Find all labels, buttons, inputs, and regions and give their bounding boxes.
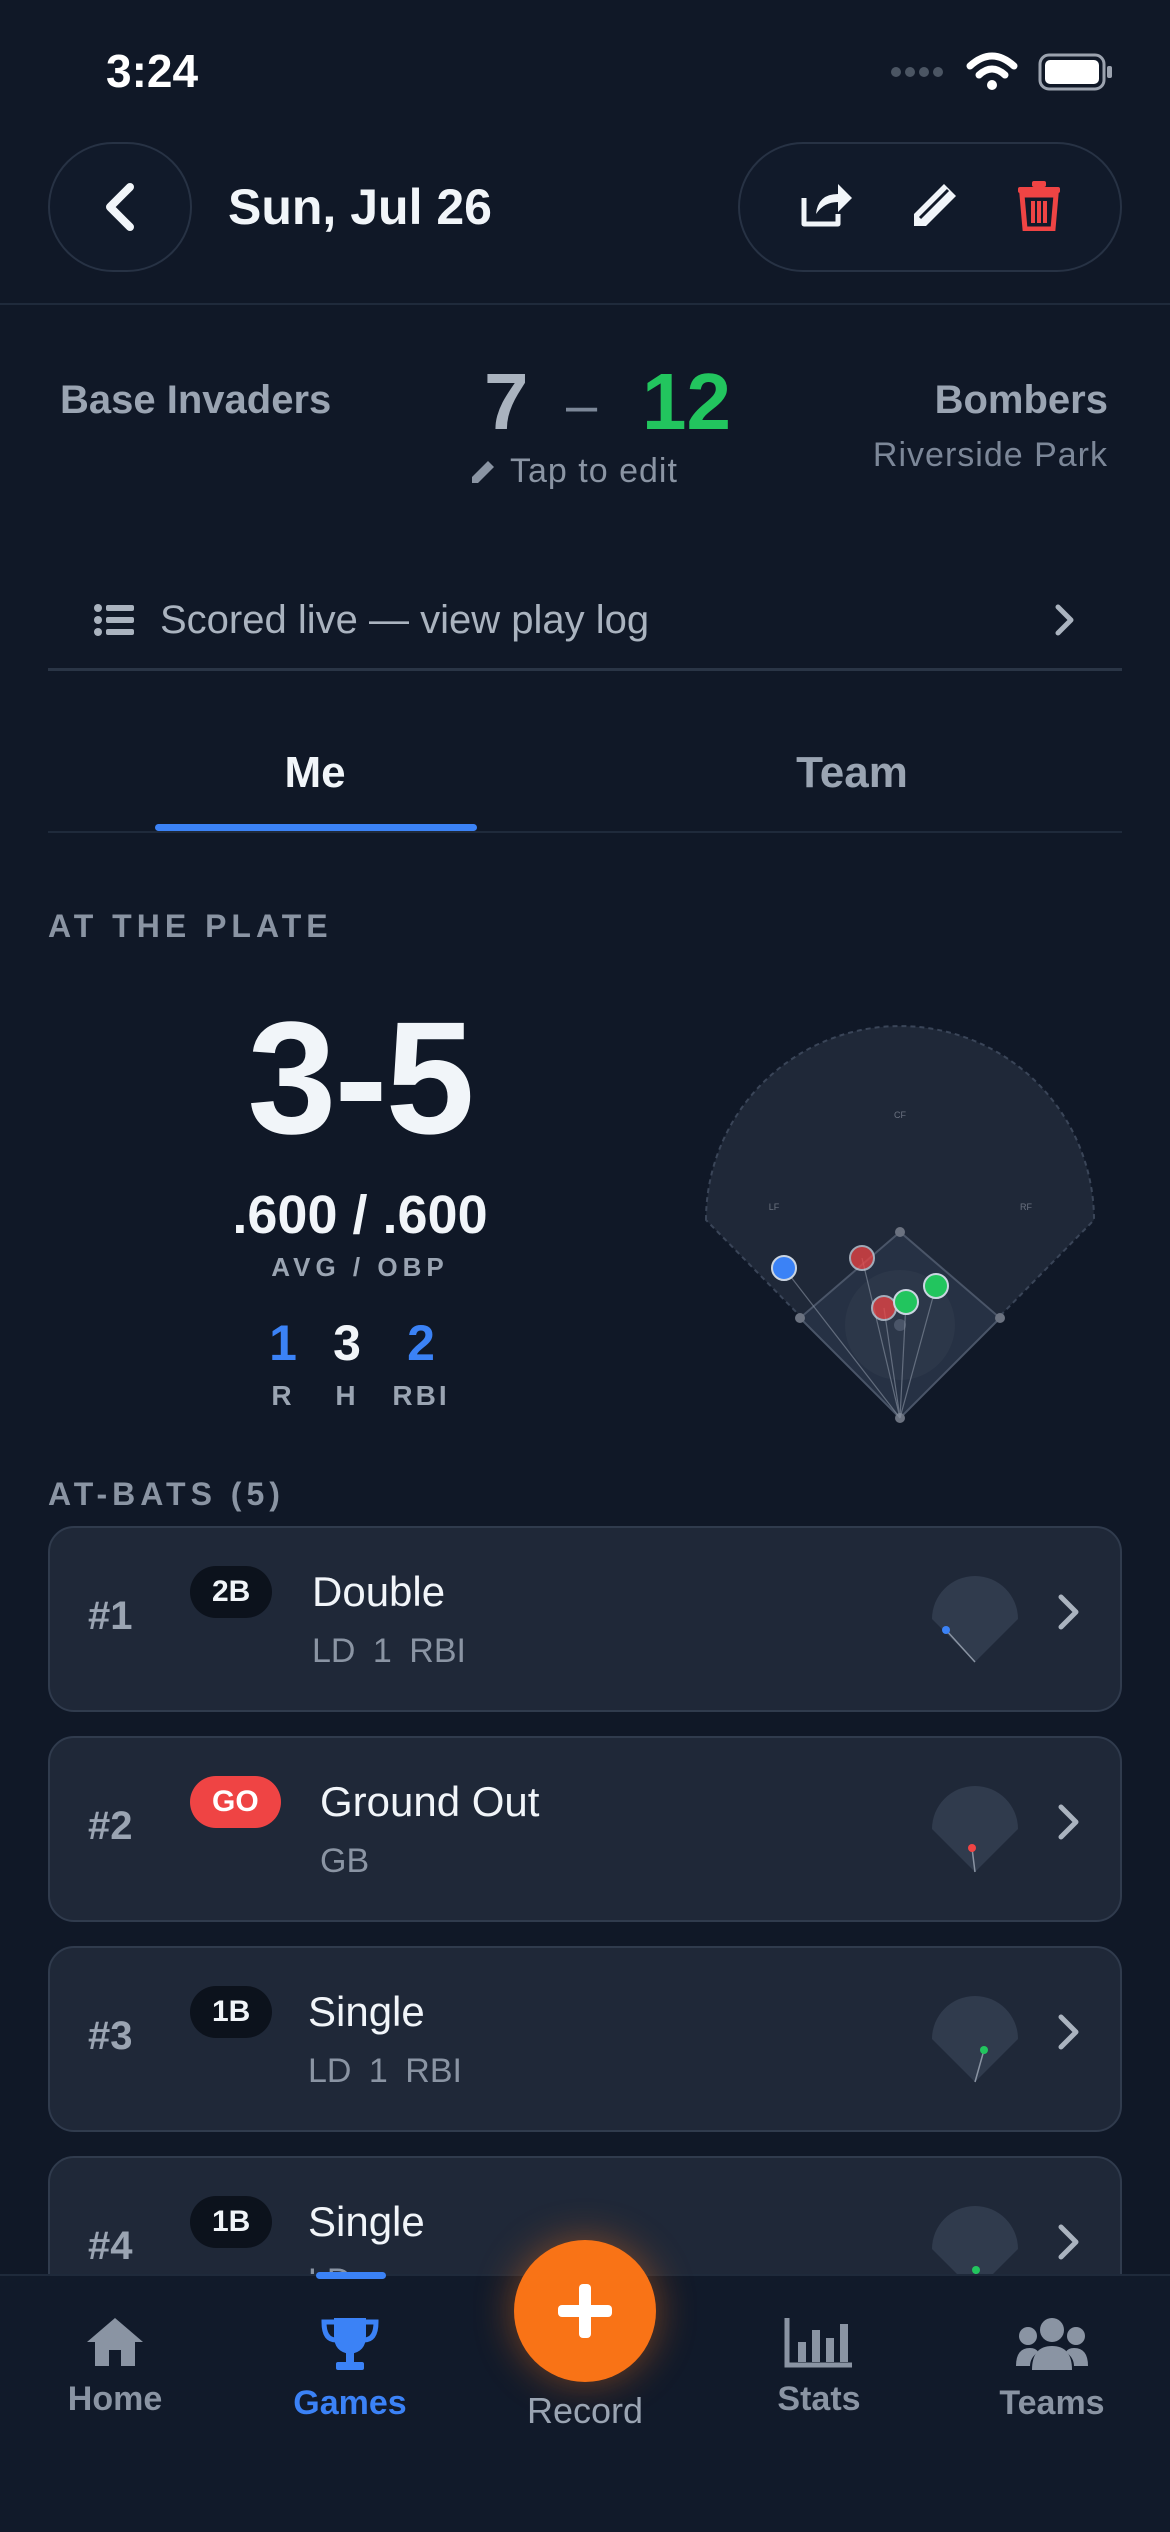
signal-icon bbox=[891, 67, 943, 77]
rf-label: RF bbox=[1020, 1202, 1032, 1212]
mini-spray-chart bbox=[932, 1576, 1018, 1663]
first-base bbox=[995, 1313, 1005, 1323]
result-badge: 2B bbox=[190, 1566, 273, 1618]
at-bat-detail: LD 1 RBI bbox=[308, 2052, 462, 2090]
third-base bbox=[795, 1313, 805, 1323]
play-log-link[interactable]: Scored live — view play log bbox=[48, 570, 1122, 670]
nav-teams-label: Teams bbox=[999, 2384, 1105, 2422]
play-log-divider bbox=[48, 668, 1122, 671]
pencil-icon bbox=[914, 183, 956, 226]
tabs-divider bbox=[48, 831, 1122, 833]
plus-icon bbox=[558, 2284, 612, 2338]
chevron-right-icon bbox=[1055, 604, 1074, 636]
header-divider bbox=[0, 303, 1170, 305]
score-dash: – bbox=[566, 373, 598, 436]
tap-to-edit[interactable]: Tap to edit bbox=[470, 452, 678, 491]
nav-games-label: Games bbox=[293, 2384, 407, 2422]
wifi-icon bbox=[966, 52, 1018, 90]
hit-marker bbox=[923, 1273, 949, 1299]
delete-button[interactable] bbox=[1016, 179, 1062, 236]
at-bat-number: #3 bbox=[88, 2014, 133, 2058]
at-bat-number: #4 bbox=[88, 2224, 133, 2268]
nav-home[interactable]: Home bbox=[20, 2316, 210, 2419]
nav-games[interactable]: Games bbox=[255, 2316, 445, 2423]
at-bat-card[interactable]: #2 GO Ground Out GB bbox=[48, 1736, 1122, 1922]
result-badge: 1B bbox=[190, 1986, 273, 2038]
mini-spray-chart bbox=[932, 1786, 1018, 1873]
tab-me[interactable]: Me bbox=[155, 748, 475, 798]
venue-name: Riverside Park bbox=[872, 436, 1108, 474]
out-marker bbox=[849, 1245, 875, 1271]
at-bats-heading: AT-BATS (5) bbox=[48, 1476, 285, 1512]
nav-teams[interactable]: Teams bbox=[957, 2316, 1147, 2423]
at-bat-result: Double bbox=[312, 1568, 446, 1615]
at-bat-detail: LD 1 RBI bbox=[312, 1632, 466, 1670]
rbi-value: 2 bbox=[407, 1315, 435, 1371]
at-bat-number: #2 bbox=[88, 1804, 133, 1848]
play-log-label: Scored live — view play log bbox=[160, 597, 650, 642]
rbi-stat: 2 RBI bbox=[376, 1314, 466, 1412]
chevron-right-icon bbox=[1058, 2014, 1079, 2050]
mini-spray-chart bbox=[932, 1996, 1018, 2083]
share-icon bbox=[801, 183, 852, 226]
back-button[interactable] bbox=[48, 142, 192, 272]
trophy-icon bbox=[321, 2318, 379, 2370]
active-tab-indicator bbox=[155, 824, 477, 831]
edit-button[interactable] bbox=[910, 180, 960, 235]
away-team-name: Base Invaders bbox=[60, 378, 332, 422]
status-time: 3:24 bbox=[106, 45, 199, 97]
pencil-icon bbox=[472, 460, 494, 483]
tab-team[interactable]: Team bbox=[692, 748, 1012, 798]
share-button[interactable] bbox=[798, 180, 854, 235]
tap-to-edit-label: Tap to edit bbox=[510, 452, 678, 490]
nav-stats-label: Stats bbox=[777, 2380, 861, 2418]
chevron-right-icon bbox=[1058, 2224, 1079, 2260]
nav-active-indicator bbox=[316, 2272, 386, 2279]
at-bat-card[interactable]: #1 2B Double LD 1 RBI bbox=[48, 1526, 1122, 1712]
home-icon bbox=[87, 2318, 143, 2366]
chevron-right-icon bbox=[1058, 1594, 1079, 1630]
bar-chart-icon bbox=[784, 2318, 852, 2368]
second-base bbox=[895, 1227, 905, 1237]
result-badge: 1B bbox=[190, 2196, 273, 2248]
chevron-right-icon bbox=[1058, 1804, 1079, 1840]
home-score[interactable]: 12 bbox=[642, 356, 731, 448]
at-bat-number: #1 bbox=[88, 1594, 133, 1638]
trash-icon bbox=[1018, 180, 1060, 231]
avg-obp-value: .600 / .600 bbox=[232, 1185, 488, 1245]
away-score[interactable]: 7 bbox=[484, 356, 529, 448]
hit-marker bbox=[893, 1289, 919, 1315]
battery-icon bbox=[1038, 53, 1112, 91]
at-bat-card[interactable]: #3 1B Single LD 1 RBI bbox=[48, 1946, 1122, 2132]
at-bat-result: Single bbox=[308, 2198, 425, 2245]
spray-chart: CF LF RF bbox=[704, 1025, 1096, 1423]
home-team-name: Bombers bbox=[934, 378, 1108, 422]
rbi-label: RBI bbox=[392, 1380, 450, 1411]
out-marker bbox=[871, 1295, 897, 1321]
hit-marker bbox=[771, 1255, 797, 1281]
at-the-plate-heading: AT THE PLATE bbox=[48, 908, 333, 944]
chevron-left-icon bbox=[106, 183, 134, 231]
hits-at-bats: 3-5 bbox=[247, 988, 474, 1167]
page-title: Sun, Jul 26 bbox=[228, 179, 492, 235]
at-bat-result: Single bbox=[308, 1988, 425, 2035]
nav-home-label: Home bbox=[67, 2380, 163, 2418]
at-bat-detail: GB bbox=[320, 1842, 370, 1880]
header-actions bbox=[738, 142, 1122, 272]
list-icon bbox=[94, 604, 134, 636]
record-label: Record bbox=[526, 2390, 644, 2431]
cf-label: CF bbox=[894, 1110, 906, 1120]
avg-obp-label: AVG / OBP bbox=[271, 1252, 449, 1282]
nav-stats[interactable]: Stats bbox=[724, 2316, 914, 2419]
result-badge: GO bbox=[190, 1776, 281, 1828]
lf-label: LF bbox=[769, 1202, 780, 1212]
status-icons bbox=[890, 52, 1114, 92]
at-bat-result: Ground Out bbox=[320, 1778, 540, 1825]
users-icon bbox=[1016, 2318, 1088, 2370]
record-button[interactable] bbox=[514, 2240, 656, 2382]
